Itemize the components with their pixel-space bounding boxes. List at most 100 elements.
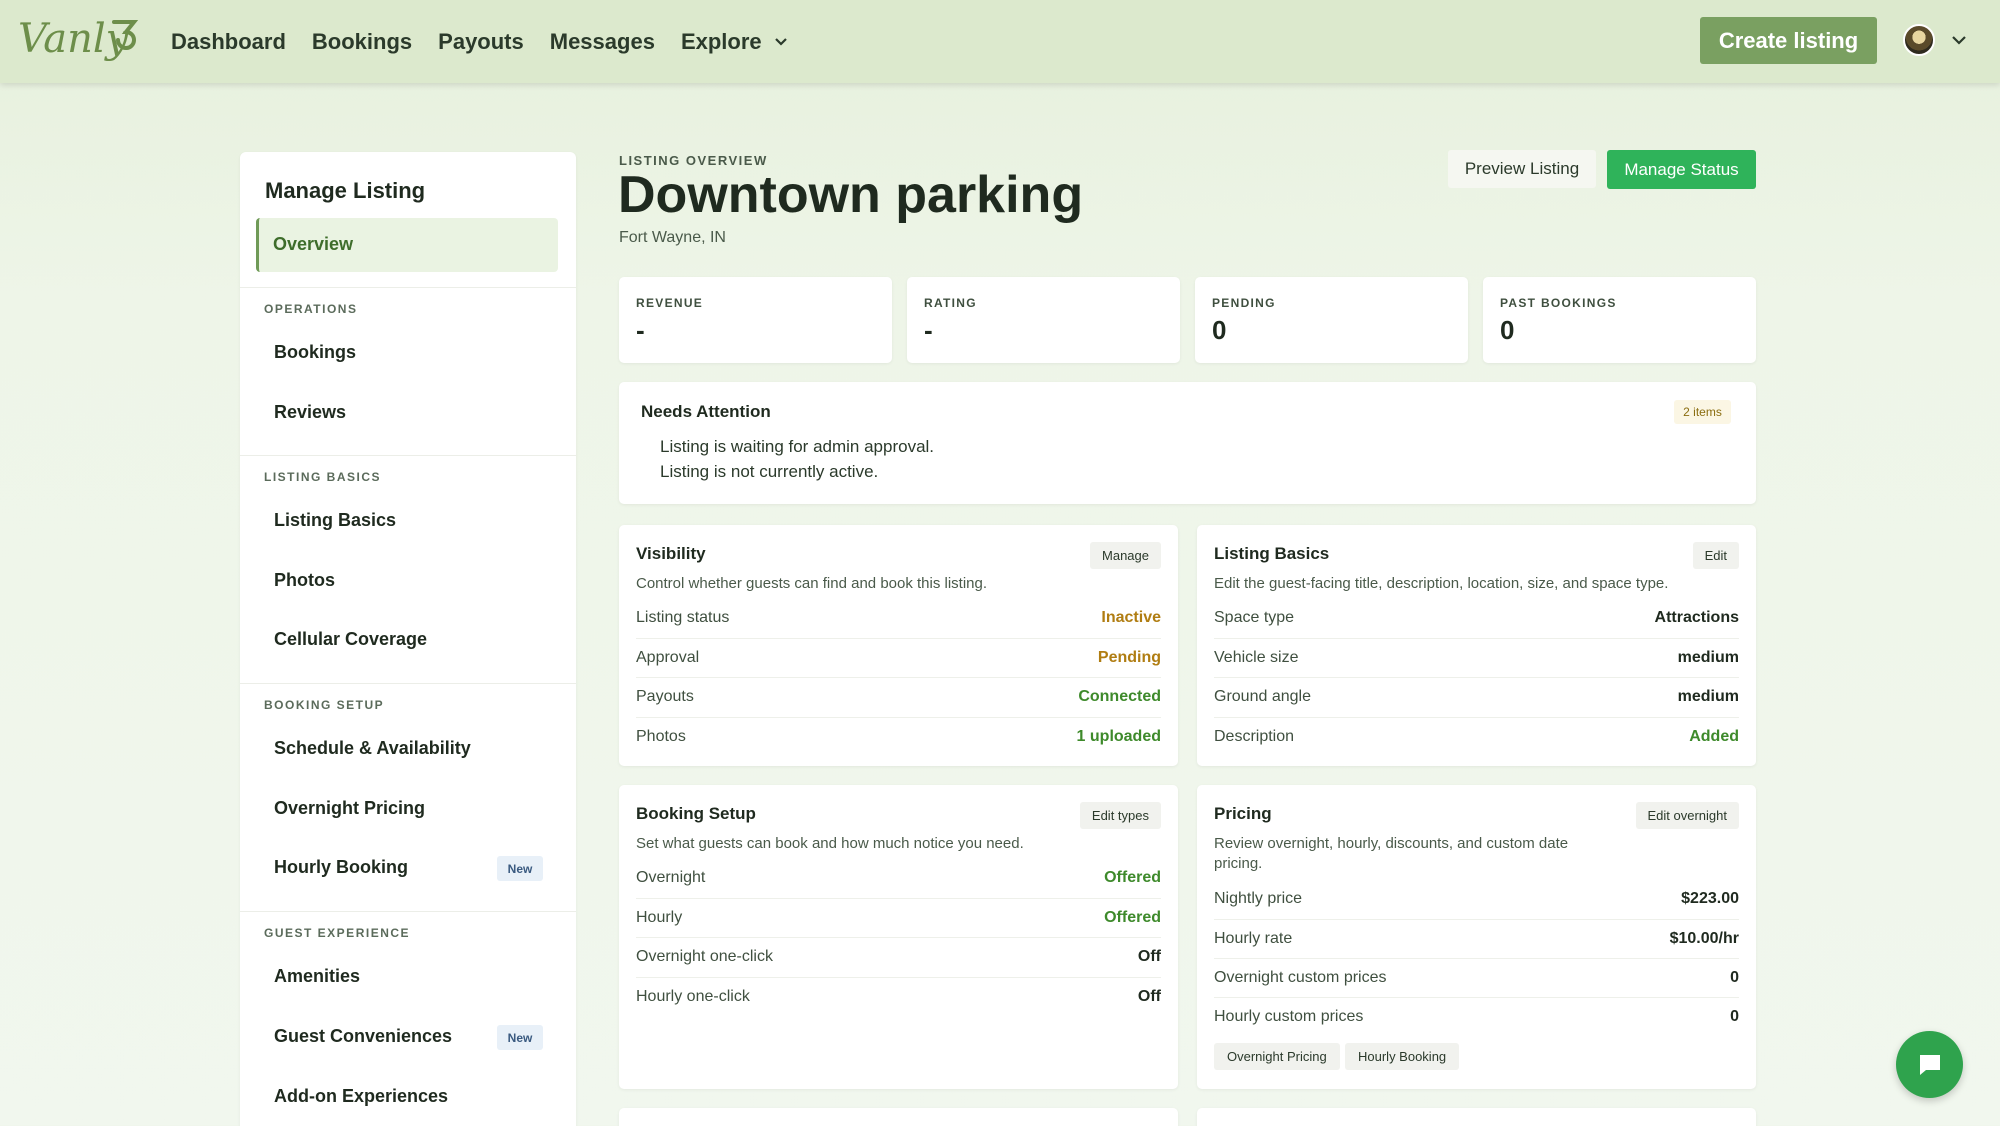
sidebar-item-photos[interactable]: Photos xyxy=(274,570,335,591)
row-label: Overnight one-click xyxy=(636,948,773,965)
card-description: Control whether guests can find and book… xyxy=(636,575,988,592)
table-row: Overnight custom prices 0 xyxy=(1214,958,1739,997)
table-row: Overnight one-click Off xyxy=(636,937,1161,976)
chevron-down-icon[interactable] xyxy=(1950,33,1968,47)
card-title: Visibility xyxy=(636,544,706,563)
card-title: Pricing xyxy=(1214,804,1272,823)
card-description: Review overnight, hourly, discounts, and… xyxy=(1214,835,1569,872)
stat-value: 0 xyxy=(1500,315,1515,345)
attention-count-badge: 2 items xyxy=(1674,400,1731,424)
nav-messages[interactable]: Messages xyxy=(550,29,655,55)
sidebar-title: Manage Listing xyxy=(265,178,426,203)
nav-bookings[interactable]: Bookings xyxy=(312,29,412,55)
sidebar-item-amenities[interactable]: Amenities xyxy=(274,966,360,987)
pricing-card: Pricing Edit overnight Review overnight,… xyxy=(1197,785,1756,1089)
row-value: medium xyxy=(1677,688,1739,705)
manage-status-button[interactable]: Manage Status xyxy=(1607,150,1756,189)
avatar[interactable] xyxy=(1903,24,1935,56)
stat-value: - xyxy=(636,315,645,345)
row-value: Inactive xyxy=(1101,609,1161,626)
top-navigation-bar: Vanly Dashboard Bookings Payouts Message… xyxy=(0,0,2000,83)
attention-title: Needs Attention xyxy=(641,402,771,421)
row-value: Pending xyxy=(1097,649,1161,666)
sidebar-item-overnight-pricing[interactable]: Overnight Pricing xyxy=(274,798,425,819)
create-listing-button[interactable]: Create listing xyxy=(1700,17,1877,64)
stat-past-bookings: PAST BOOKINGS 0 xyxy=(1483,277,1756,363)
section-booking-setup: BOOKING SETUP xyxy=(264,698,385,712)
row-label: Payouts xyxy=(636,688,694,705)
attention-item: Listing is not currently active. xyxy=(660,462,879,481)
nav-explore-label: Explore xyxy=(680,28,762,54)
divider xyxy=(240,455,576,456)
row-value: Off xyxy=(1137,948,1161,965)
table-row: Hourly custom prices 0 xyxy=(1214,997,1739,1036)
new-badge: New xyxy=(497,1025,543,1050)
visibility-card: Visibility Manage Control whether guests… xyxy=(619,525,1178,766)
overnight-pricing-chip[interactable]: Overnight Pricing xyxy=(1214,1043,1340,1070)
row-value: 0 xyxy=(1730,969,1739,986)
edit-overnight-button[interactable]: Edit overnight xyxy=(1635,802,1739,829)
nav-explore[interactable]: Explore xyxy=(681,29,788,55)
sidebar-item-reviews[interactable]: Reviews xyxy=(274,402,346,423)
main-nav: Dashboard Bookings Payouts Messages Expl… xyxy=(171,0,814,83)
new-badge: New xyxy=(497,856,543,881)
sidebar-item-schedule[interactable]: Schedule & Availability xyxy=(274,738,471,759)
stat-value: - xyxy=(924,315,933,345)
section-listing-basics: LISTING BASICS xyxy=(264,470,382,484)
stat-label: REVENUE xyxy=(636,296,704,310)
chevron-down-icon xyxy=(774,37,787,46)
row-value: Attractions xyxy=(1654,609,1739,626)
row-label: Space type xyxy=(1214,609,1295,626)
row-value: Offered xyxy=(1104,869,1161,886)
table-row: Space type Attractions xyxy=(1214,599,1739,638)
stat-label: PAST BOOKINGS xyxy=(1500,296,1617,310)
row-value: 1 uploaded xyxy=(1076,728,1161,745)
sidebar-item-add-on-experiences[interactable]: Add-on Experiences xyxy=(274,1086,448,1107)
row-label: Overnight custom prices xyxy=(1214,969,1387,986)
row-label: Ground angle xyxy=(1214,688,1311,705)
divider xyxy=(240,683,576,684)
row-label: Nightly price xyxy=(1214,890,1303,907)
chat-bubble-icon xyxy=(1919,1054,1940,1075)
needs-attention-panel: Needs Attention 2 items Listing is waiti… xyxy=(619,382,1756,504)
sidebar-item-bookings[interactable]: Bookings xyxy=(274,342,356,363)
row-label: Hourly custom prices xyxy=(1214,1008,1364,1025)
table-row: Listing status Inactive xyxy=(636,599,1161,638)
table-row: Photos 1 uploaded xyxy=(636,717,1161,756)
vanly-logo[interactable]: Vanly xyxy=(18,12,148,66)
sidebar-item-overview[interactable]: Overview xyxy=(256,218,558,272)
listing-location: Fort Wayne, IN xyxy=(619,229,726,246)
sidebar-item-cellular-coverage[interactable]: Cellular Coverage xyxy=(274,629,427,650)
sidebar-item-listing-basics[interactable]: Listing Basics xyxy=(274,510,396,531)
row-value: Offered xyxy=(1104,909,1161,926)
preview-listing-button[interactable]: Preview Listing xyxy=(1448,150,1596,188)
card-title: Listing Basics xyxy=(1214,544,1330,563)
stat-revenue: REVENUE - xyxy=(619,277,892,363)
row-value: medium xyxy=(1677,649,1739,666)
row-value: $223.00 xyxy=(1681,890,1739,907)
row-label: Overnight xyxy=(636,869,706,886)
row-label: Vehicle size xyxy=(1214,649,1299,666)
chat-button[interactable] xyxy=(1896,1031,1963,1098)
row-label: Hourly xyxy=(636,909,683,926)
divider xyxy=(240,287,576,288)
sidebar-item-hourly-booking[interactable]: Hourly Booking xyxy=(274,857,408,878)
stat-value: 0 xyxy=(1212,315,1227,345)
nav-payouts[interactable]: Payouts xyxy=(438,29,524,55)
listing-basics-card: Listing Basics Edit Edit the guest-facin… xyxy=(1197,525,1756,766)
sidebar-item-label: Overview xyxy=(273,234,354,254)
attention-item: Listing is waiting for admin approval. xyxy=(660,437,935,456)
manage-visibility-button[interactable]: Manage xyxy=(1090,542,1161,569)
row-label: Approval xyxy=(636,649,700,666)
stat-label: PENDING xyxy=(1212,296,1276,310)
edit-types-button[interactable]: Edit types xyxy=(1079,802,1161,829)
row-label: Photos xyxy=(636,728,686,745)
sidebar-item-guest-conveniences[interactable]: Guest Conveniences xyxy=(274,1026,452,1047)
hourly-booking-chip[interactable]: Hourly Booking xyxy=(1345,1043,1460,1070)
page-title: Downtown parking xyxy=(618,166,1084,224)
row-label: Hourly one-click xyxy=(636,988,750,1005)
edit-basics-button[interactable]: Edit xyxy=(1692,542,1739,569)
nav-dashboard[interactable]: Dashboard xyxy=(171,29,286,55)
row-value: Added xyxy=(1689,728,1739,745)
table-row: Hourly rate $10.00/hr xyxy=(1214,919,1739,958)
